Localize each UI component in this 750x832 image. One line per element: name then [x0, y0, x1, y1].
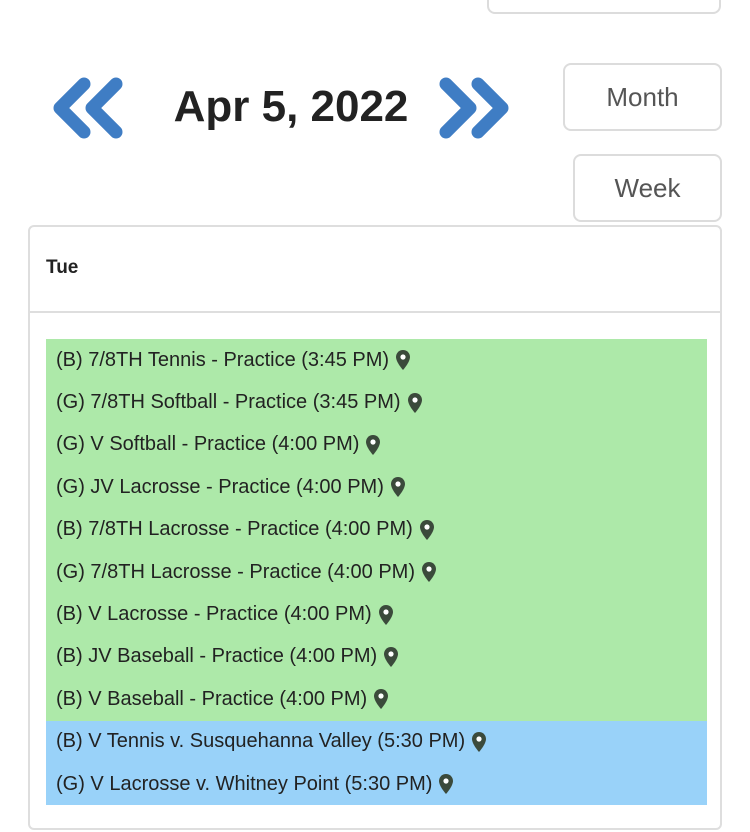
day-label: Tue [46, 257, 79, 278]
event-label: (B) V Tennis v. Susquehanna Valley (5:30… [56, 730, 466, 753]
location-pin-icon[interactable] [472, 731, 487, 752]
event-item[interactable]: (B) 7/8TH Tennis - Practice (3:45 PM) [46, 339, 707, 382]
current-date-title: Apr 5, 2022 [173, 82, 409, 131]
week-view-button[interactable]: Week [573, 154, 722, 222]
event-item[interactable]: (G) V Softball - Practice (4:00 PM) [46, 423, 707, 467]
event-label: (B) 7/8TH Tennis - Practice (3:45 PM) [56, 348, 390, 371]
event-list: (B) 7/8TH Tennis - Practice (3:45 PM) (G)… [46, 339, 707, 806]
event-label: (B) V Baseball - Practice (4:00 PM) [56, 687, 368, 710]
view-select-button-partial[interactable] [487, 0, 721, 14]
double-chevron-left-icon [53, 77, 123, 139]
location-pin-icon[interactable] [384, 646, 399, 667]
location-pin-icon[interactable] [439, 774, 454, 795]
event-item[interactable]: (B) V Tennis v. Susquehanna Valley (5:30… [46, 720, 707, 763]
event-item[interactable]: (G) 7/8TH Softball - Practice (3:45 PM) [46, 381, 707, 424]
location-pin-icon[interactable] [378, 604, 393, 625]
day-calendar: Tue (B) 7/8TH Tennis - Practice (3:45 PM… [28, 225, 722, 830]
event-label: (G) 7/8TH Lacrosse - Practice (4:00 PM) [56, 560, 415, 583]
location-pin-icon[interactable] [419, 519, 434, 540]
event-item[interactable]: (B) V Baseball - Practice (4:00 PM) [46, 678, 707, 721]
event-label: (B) 7/8TH Lacrosse - Practice (4:00 PM) [56, 518, 413, 541]
event-label: (B) JV Baseball - Practice (4:00 PM) [56, 645, 378, 668]
double-chevron-right-icon [439, 77, 509, 139]
location-pin-icon[interactable] [390, 477, 405, 498]
location-pin-icon[interactable] [366, 434, 381, 455]
location-pin-icon[interactable] [396, 350, 411, 371]
event-item[interactable]: (B) 7/8TH Lacrosse - Practice (4:00 PM) [46, 508, 707, 551]
month-view-button[interactable]: Month [563, 63, 722, 131]
event-item[interactable]: (B) V Lacrosse - Practice (4:00 PM) [46, 593, 707, 636]
event-label: (G) 7/8TH Softball - Practice (3:45 PM) [56, 391, 401, 414]
previous-day-button[interactable] [50, 76, 128, 140]
event-item[interactable]: (B) JV Baseball - Practice (4:00 PM) [46, 635, 707, 679]
next-day-button[interactable] [436, 76, 514, 140]
event-label: (G) V Softball - Practice (4:00 PM) [56, 433, 360, 456]
location-pin-icon[interactable] [407, 392, 422, 413]
day-header: Tue [30, 227, 720, 313]
event-item[interactable]: (G) 7/8TH Lacrosse - Practice (4:00 PM) [46, 550, 707, 594]
location-pin-icon[interactable] [374, 689, 389, 710]
event-label: (G) JV Lacrosse - Practice (4:00 PM) [56, 475, 384, 498]
location-pin-icon[interactable] [421, 562, 436, 583]
event-item[interactable]: (G) V Lacrosse v. Whitney Point (5:30 PM… [46, 762, 707, 806]
event-label: (G) V Lacrosse v. Whitney Point (5:30 PM… [56, 772, 433, 795]
event-item[interactable]: (G) JV Lacrosse - Practice (4:00 PM) [46, 466, 707, 509]
event-label: (B) V Lacrosse - Practice (4:00 PM) [56, 603, 372, 626]
